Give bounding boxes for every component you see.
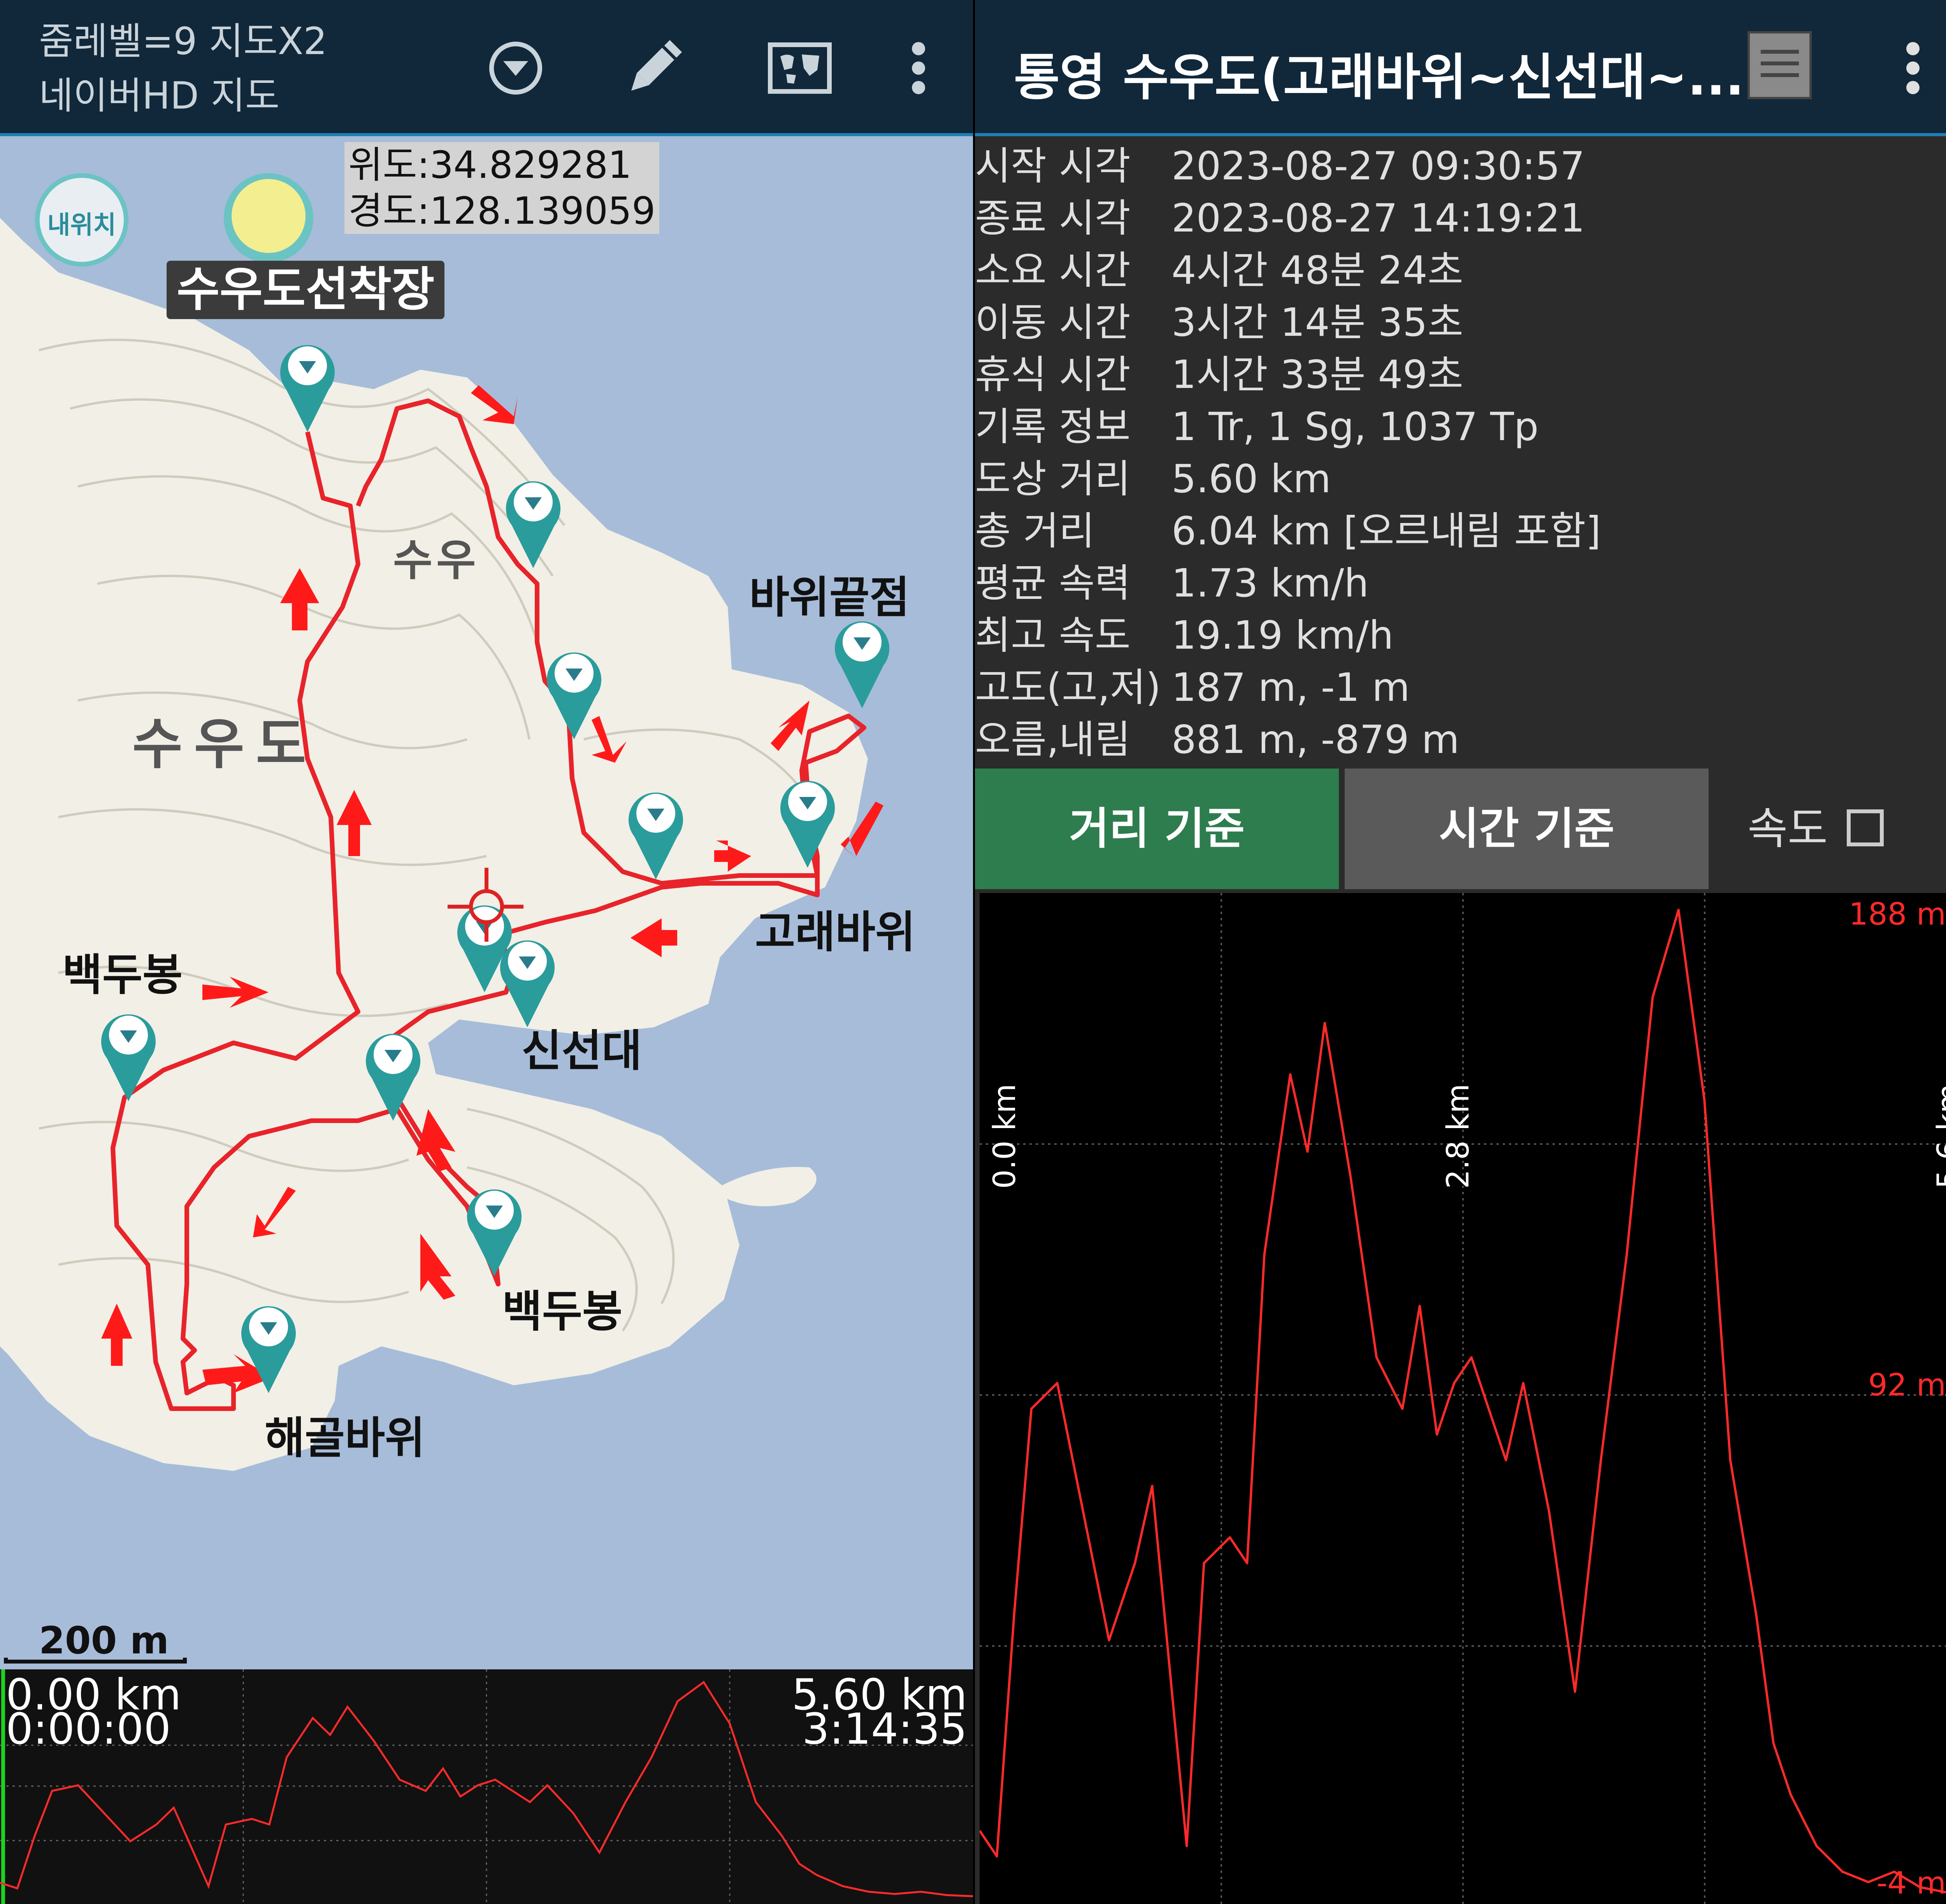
y-tick-max: 188 m bbox=[1849, 897, 1946, 932]
memo-note-button[interactable] bbox=[224, 173, 313, 263]
pencil-icon[interactable] bbox=[619, 33, 689, 103]
x-tick-mid: 2.8 km bbox=[1441, 1084, 1476, 1189]
waypoint-label-sinseondae: 신선대 bbox=[522, 1026, 642, 1076]
overflow-menu-icon[interactable] bbox=[883, 33, 954, 103]
stat-row: 도상 거리 5.60 km bbox=[975, 453, 1946, 505]
stat-value: 1.73 km/h bbox=[1171, 560, 1369, 606]
stat-label: 최고 속도 bbox=[975, 612, 1131, 658]
stat-value: 1시간 33분 49초 bbox=[1171, 352, 1463, 397]
speed-checkbox[interactable] bbox=[1847, 809, 1884, 846]
stat-value: 6.04 km [오르내림 포함] bbox=[1171, 508, 1601, 554]
track-title: 통영 수우도(고래바위~신선대~... bbox=[1014, 49, 1744, 107]
x-tick-end: 5.6 km bbox=[1931, 1084, 1946, 1189]
track-overflow-menu-icon[interactable] bbox=[1893, 33, 1946, 103]
stat-row: 총 거리 6.04 km [오르내림 포함] bbox=[975, 505, 1946, 557]
stat-value: 2023-08-27 14:19:21 bbox=[1171, 195, 1585, 241]
pier-label: 수우도선착장 bbox=[167, 261, 445, 319]
stat-row: 이동 시간 3시간 14분 35초 bbox=[975, 297, 1946, 349]
note-icon bbox=[232, 179, 306, 253]
elevation-profile-chart[interactable]: 188 m 92 m -4 m 0.0 km 2.8 km 5.6 km bbox=[978, 893, 1946, 1904]
stat-row: 오름,내림 881 m, -879 m bbox=[975, 714, 1946, 766]
latitude-text: 위도:34.829281 bbox=[348, 143, 632, 187]
waypoint-label-skull-rock: 해골바위 bbox=[265, 1413, 425, 1464]
stat-row: 평균 속력 1.73 km/h bbox=[975, 557, 1946, 609]
island-label-small: 수우 bbox=[393, 535, 480, 585]
stat-label: 기록 정보 bbox=[975, 404, 1131, 449]
stat-value: 2023-08-27 09:30:57 bbox=[1171, 143, 1585, 189]
tab-distance-basis[interactable]: 거리 기준 bbox=[975, 769, 1339, 889]
map-toolbar: 줌레벨=9 지도X2 네이버HD 지도 bbox=[0, 0, 973, 136]
coordinate-readout: 위도:34.829281 경도:128.139059 bbox=[344, 142, 660, 234]
dropdown-circle-icon[interactable] bbox=[481, 33, 551, 103]
stat-label: 종료 시각 bbox=[975, 195, 1131, 241]
track-info-panel: 통영 수우도(고래바위~신선대~... 시작 시각 2023-08-27 09:3… bbox=[975, 0, 1946, 1904]
waypoint-label-rock-end: 바위끝점 bbox=[749, 572, 910, 623]
stat-row: 소요 시간 4시간 48분 24초 bbox=[975, 244, 1946, 297]
scale-text: 200 m bbox=[39, 1619, 169, 1662]
stat-label: 평균 속력 bbox=[975, 560, 1131, 606]
speed-toggle-label: 속도 bbox=[1748, 804, 1828, 854]
stat-value: 1 Tr, 1 Sg, 1037 Tp bbox=[1171, 404, 1539, 449]
list-view-icon[interactable] bbox=[1748, 31, 1812, 99]
stat-value: 4시간 48분 24초 bbox=[1171, 247, 1463, 293]
islet-shape bbox=[712, 1167, 817, 1206]
tab-time-basis[interactable]: 시간 기준 bbox=[1345, 769, 1709, 889]
island-label-large: 수우도 bbox=[132, 713, 318, 776]
stat-value: 3시간 14분 35초 bbox=[1171, 300, 1463, 345]
stat-label: 도상 거리 bbox=[975, 456, 1131, 502]
elevation-profile-svg bbox=[978, 893, 1946, 1904]
profile-grid bbox=[980, 893, 1946, 1904]
stat-value: 881 m, -879 m bbox=[1171, 717, 1460, 762]
my-location-label: 내위치 bbox=[47, 211, 116, 240]
stat-row: 최고 속도 19.19 km/h bbox=[975, 609, 1946, 662]
stat-label: 소요 시간 bbox=[975, 247, 1131, 293]
map-view[interactable]: 내위치 위도:34.829281 경도:128.139059 수우도선착장 수우… bbox=[0, 136, 973, 1669]
stat-label: 오름,내림 bbox=[975, 717, 1131, 762]
map-source-text: 네이버HD 지도 bbox=[39, 74, 280, 118]
stat-label: 이동 시간 bbox=[975, 300, 1131, 345]
stat-row: 휴식 시간 1시간 33분 49초 bbox=[975, 349, 1946, 401]
mini-end-time: 3:14:35 bbox=[802, 1704, 967, 1754]
waypoint-label-whale-rock: 고래바위 bbox=[755, 907, 916, 958]
x-tick-start: 0.0 km bbox=[987, 1084, 1022, 1189]
waypoint-label-baekdubong-west: 백두봉 bbox=[62, 950, 183, 1000]
map-panel: 줌레벨=9 지도X2 네이버HD 지도 내위치 위도:34.829281 경도:… bbox=[0, 0, 973, 1904]
stat-row: 종료 시각 2023-08-27 14:19:21 bbox=[975, 192, 1946, 244]
track-toolbar: 통영 수우도(고래바위~신선대~... bbox=[975, 0, 1946, 136]
world-map-icon[interactable] bbox=[765, 33, 835, 103]
zoom-level-text: 줌레벨=9 지도X2 bbox=[39, 19, 327, 63]
my-location-button[interactable]: 내위치 bbox=[35, 173, 128, 267]
stat-value: 187 m, -1 m bbox=[1171, 665, 1410, 710]
stat-label: 시작 시각 bbox=[975, 143, 1131, 189]
stat-label: 휴식 시간 bbox=[975, 352, 1131, 397]
stat-label: 고도(고,저) bbox=[975, 665, 1161, 710]
stat-label: 총 거리 bbox=[975, 508, 1095, 554]
y-tick-min: -4 m bbox=[1876, 1866, 1946, 1901]
stat-value: 5.60 km bbox=[1171, 456, 1331, 502]
mini-start-time: 0:00:00 bbox=[6, 1704, 171, 1754]
stat-value: 19.19 km/h bbox=[1171, 612, 1394, 658]
stat-row: 시작 시각 2023-08-27 09:30:57 bbox=[975, 140, 1946, 192]
stat-row: 고도(고,저) 187 m, -1 m bbox=[975, 662, 1946, 714]
waypoint-label-baekdubong-south: 백두봉 bbox=[502, 1286, 623, 1337]
y-tick-mid: 92 m bbox=[1868, 1368, 1946, 1403]
stat-row: 기록 정보 1 Tr, 1 Sg, 1037 Tp bbox=[975, 401, 1946, 453]
mini-elevation-profile[interactable]: 0.00 km 0:00:00 5.60 km 3:14:35 bbox=[0, 1669, 973, 1904]
longitude-text: 경도:128.139059 bbox=[348, 189, 656, 233]
